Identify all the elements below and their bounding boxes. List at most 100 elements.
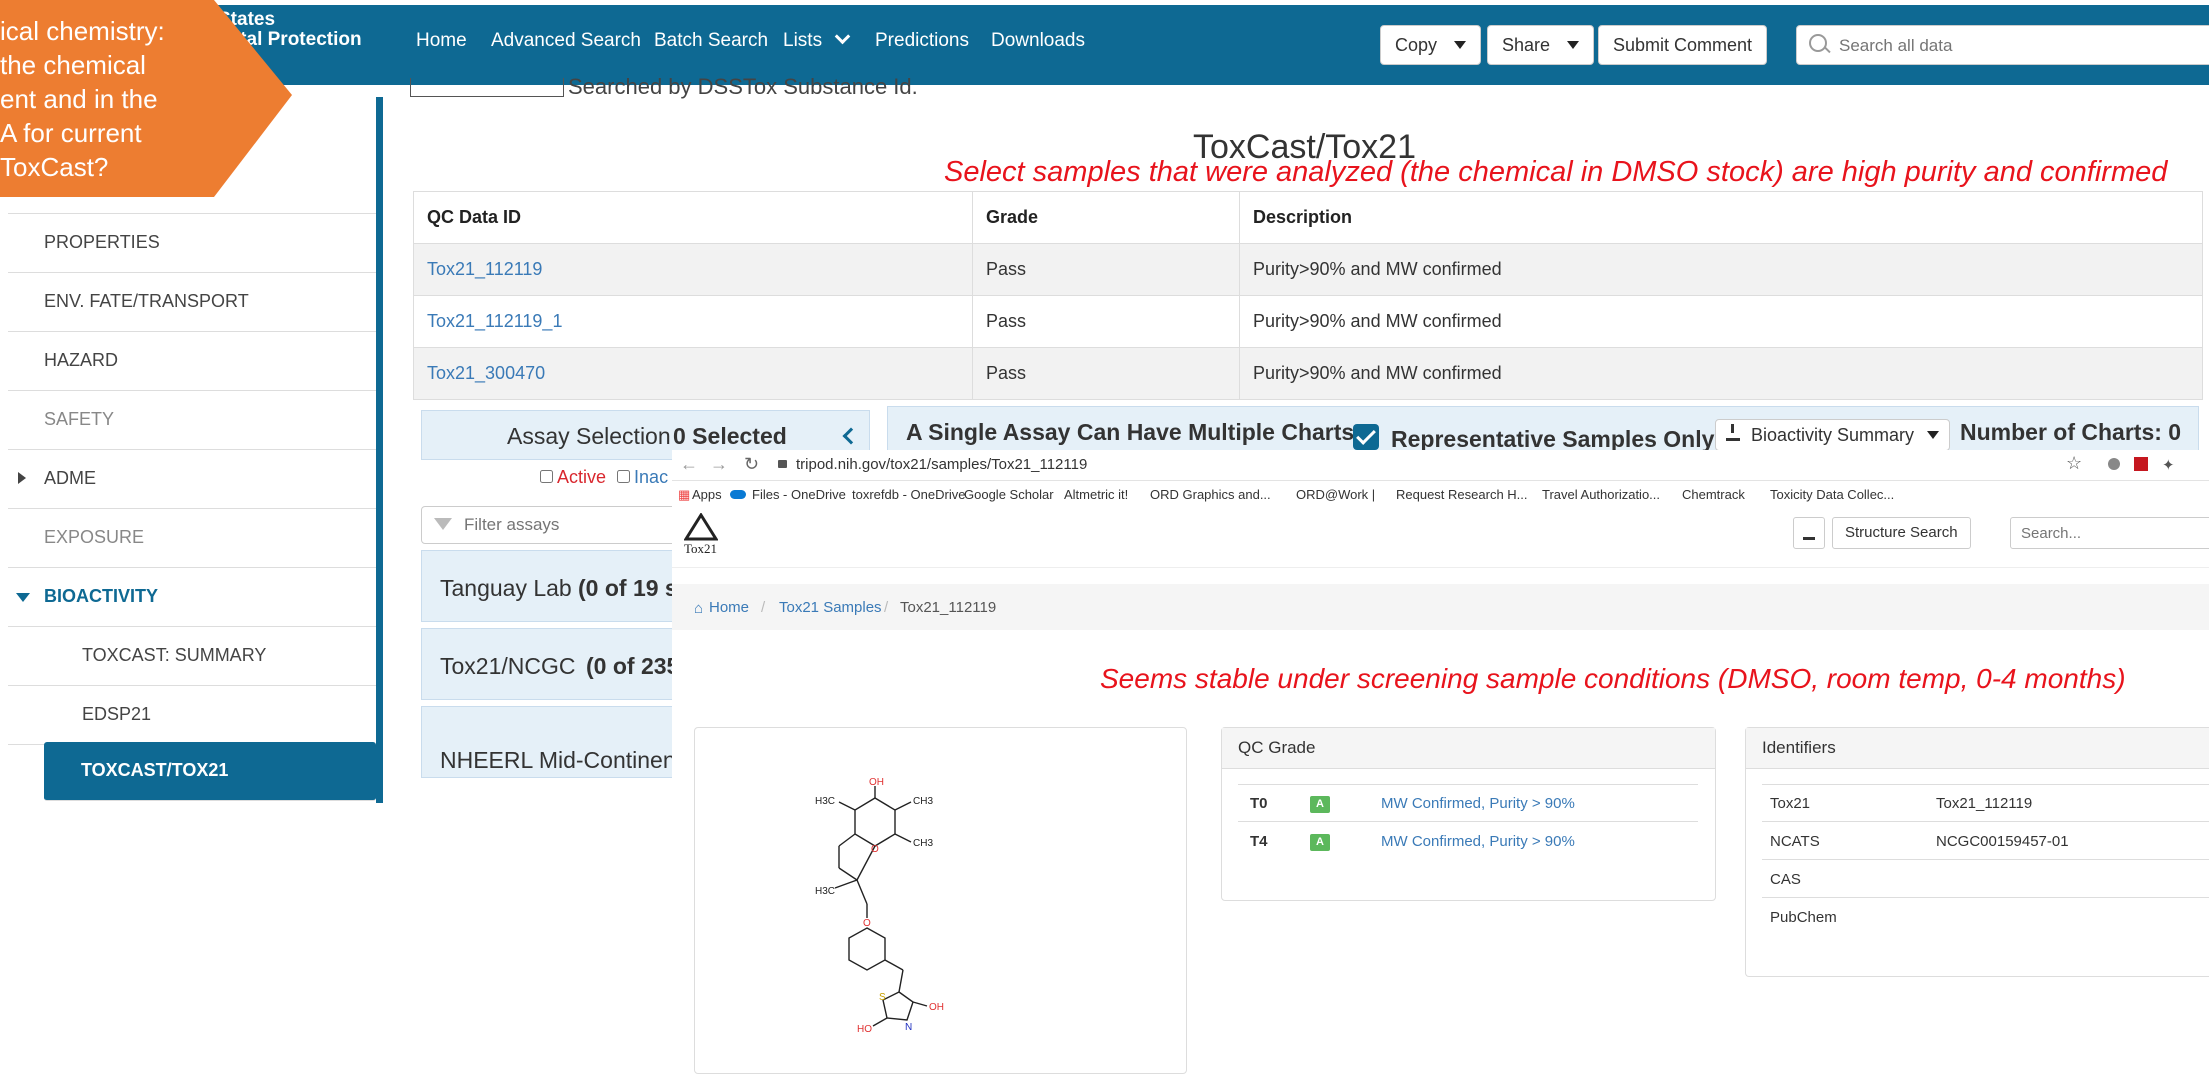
sidebar-item-properties[interactable]: PROPERTIES	[8, 214, 376, 273]
column-header[interactable]: Description	[1239, 191, 2203, 244]
sidebar-item-env-fate[interactable]: ENV. FATE/TRANSPORT	[8, 273, 376, 332]
url-bar[interactable]: tripod.nih.gov/tox21/samples/Tox21_11211…	[796, 456, 1087, 473]
extension-icon[interactable]	[2108, 458, 2120, 470]
share-button[interactable]: Share	[1487, 25, 1595, 65]
nav-advanced-search[interactable]: Advanced Search	[491, 30, 641, 52]
grade-cell: Pass	[972, 243, 1240, 296]
download-button[interactable]	[1793, 517, 1825, 549]
bookmarks-bar: ▦ Apps Files - OneDrive toxrefdb - OneDr…	[672, 481, 2209, 507]
qc-grade-panel: QC Grade T0 A MW Confirmed, Purity > 90%…	[1221, 727, 1716, 901]
copy-label: Copy	[1395, 35, 1438, 55]
nav-downloads[interactable]: Downloads	[991, 30, 1085, 52]
bookmark-files-onedrive[interactable]: Files - OneDrive	[752, 487, 846, 502]
structure-search-button[interactable]: Structure Search	[1832, 517, 1971, 549]
sidebar-item-hazard[interactable]: HAZARD	[8, 332, 376, 391]
bookmark-apps[interactable]: Apps	[692, 487, 722, 502]
identifier-value: Tox21_112119	[1936, 795, 2033, 812]
sidebar-item-toxcast-summary[interactable]: TOXCAST: SUMMARY	[8, 627, 376, 686]
bookmark-ord-graphics[interactable]: ORD Graphics and...	[1150, 487, 1271, 502]
share-label: Share	[1502, 35, 1551, 55]
sidebar-item-label: ADME	[44, 468, 97, 488]
filter-assays-field[interactable]	[421, 506, 683, 544]
site-search-input[interactable]	[2010, 517, 2209, 549]
structure-label: O	[871, 844, 879, 855]
callout-line: ToxCast?	[0, 152, 109, 182]
assay-group-name: Tanguay Lab	[440, 575, 572, 601]
active-checkbox[interactable]	[540, 470, 553, 483]
sidebar-item-safety[interactable]: SAFETY	[8, 391, 376, 450]
identifier-key: NCATS	[1770, 833, 1820, 850]
sidebar-item-label: SAFETY	[44, 409, 115, 429]
onedrive-icon	[730, 490, 746, 499]
chevron-left-icon[interactable]	[842, 427, 860, 445]
forward-icon[interactable]: →	[710, 454, 728, 475]
inactive-checkbox[interactable]	[617, 470, 631, 483]
bioactivity-summary-label: Bioactivity Summary	[1751, 425, 1915, 445]
callout-line: ent and in the	[0, 84, 158, 114]
identifiers-divider	[1762, 897, 2209, 898]
column-header[interactable]: QC Data ID	[413, 191, 973, 244]
download-icon	[1803, 526, 1815, 540]
callout-line: A for current	[0, 118, 142, 148]
sidebar-item-exposure[interactable]: EXPOSURE	[8, 509, 376, 568]
assay-group-nheerl[interactable]: NHEERL Mid-Continent	[421, 706, 683, 778]
bookmark-ord-work[interactable]: ORD@Work |	[1296, 487, 1375, 502]
inactive-label: Inac	[634, 467, 669, 487]
sidebar-item-toxcast-tox21[interactable]: TOXCAST/TOX21	[44, 742, 376, 801]
purity-annotation: Select samples that were analyzed (the c…	[944, 156, 2168, 188]
identifier-value: NCGC00159457-01	[1936, 833, 2069, 850]
submit-comment-button[interactable]: Submit Comment	[1598, 25, 1768, 65]
callout-line: the chemical	[0, 50, 146, 80]
star-icon[interactable]: ☆	[2066, 453, 2082, 474]
tox21-header: Tox21 Structure Search	[672, 507, 2209, 568]
structure-label: CH3	[913, 796, 933, 807]
sidebar-item-edsp21[interactable]: EDSP21	[8, 686, 376, 745]
breadcrumb-tox21-samples[interactable]: Tox21 Samples	[779, 599, 882, 616]
reload-icon[interactable]: ↻	[744, 454, 759, 475]
pdf-extension-icon[interactable]	[2134, 457, 2148, 471]
bookmark-toxicity-data[interactable]: Toxicity Data Collec...	[1770, 487, 1894, 502]
assay-group-tanguay[interactable]: Tanguay Lab (0 of 19 s	[421, 550, 683, 622]
bookmark-altmetric[interactable]: Altmetric it!	[1064, 487, 1128, 502]
qc-data-id-link[interactable]: Tox21_112119_1	[413, 295, 973, 348]
bookmark-chemtrack[interactable]: Chemtrack	[1682, 487, 1745, 502]
sidebar-item-label: EXPOSURE	[44, 527, 145, 547]
identifier-key: CAS	[1770, 871, 1801, 888]
tox21-logo-icon[interactable]	[684, 513, 718, 541]
bookmark-request-research[interactable]: Request Research H...	[1396, 487, 1528, 502]
qc-description-link[interactable]: MW Confirmed, Purity > 90%	[1381, 833, 1575, 850]
nav-home[interactable]: Home	[416, 30, 467, 52]
sidebar-item-adme[interactable]: ADME	[8, 450, 376, 509]
nav-batch-search[interactable]: Batch Search	[654, 30, 768, 52]
assay-group-count: (0 of 19 s	[578, 575, 678, 601]
sidebar-item-bioactivity[interactable]: BIOACTIVITY	[8, 568, 376, 627]
representative-label: Representative Samples Only	[1391, 426, 1715, 452]
copy-button[interactable]: Copy	[1380, 25, 1482, 65]
bioactivity-summary-button[interactable]: Bioactivity Summary	[1715, 419, 1951, 451]
qc-description-link[interactable]: MW Confirmed, Purity > 90%	[1381, 795, 1575, 812]
column-header[interactable]: Grade	[972, 191, 1240, 244]
caret-down-icon	[1567, 41, 1580, 49]
assay-group-tox21-ncgc[interactable]: Tox21/NCGC (0 of 235	[421, 628, 683, 700]
search-all-input[interactable]	[1837, 35, 2201, 57]
sidebar-item-label: ENV. FATE/TRANSPORT	[44, 291, 249, 311]
qc-data-id-link[interactable]: Tox21_112119	[413, 243, 973, 296]
structure-panel: OH H3C CH3 CH3 O H3C O S OH HO N	[694, 727, 1187, 1074]
breadcrumb-home[interactable]: Home	[709, 599, 749, 616]
bookmark-toxrefdb[interactable]: toxrefdb - OneDrive	[852, 487, 965, 502]
nav-predictions[interactable]: Predictions	[875, 30, 969, 52]
back-icon[interactable]: ←	[680, 454, 698, 475]
filter-assays-input[interactable]	[462, 514, 666, 536]
grade-badge: A	[1310, 834, 1330, 851]
sidebar-item-label: TOXCAST/TOX21	[81, 760, 229, 780]
bookmark-travel[interactable]: Travel Authorizatio...	[1542, 487, 1660, 502]
nav-lists[interactable]: Lists	[783, 28, 851, 52]
table-row: Tox21_112119_1 Pass Purity>90% and MW co…	[413, 295, 2203, 348]
active-filter[interactable]: Active Inac	[540, 467, 668, 488]
qc-data-id-link[interactable]: Tox21_300470	[413, 347, 973, 400]
representative-checkbox[interactable]	[1353, 424, 1379, 450]
puzzle-icon[interactable]: ✦	[2162, 456, 2175, 474]
search-all-field[interactable]	[1796, 25, 2209, 65]
lock-icon	[778, 460, 787, 468]
bookmark-google-scholar[interactable]: Google Scholar	[964, 487, 1054, 502]
